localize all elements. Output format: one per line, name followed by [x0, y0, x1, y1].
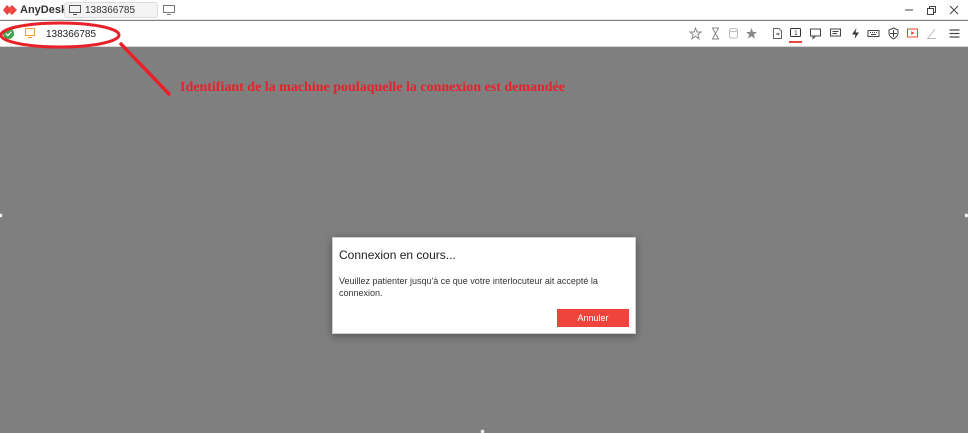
right-resize-handle[interactable] [964, 213, 968, 218]
annotation-arrow [119, 42, 171, 96]
dialog-message: Veuillez patienter jusqu'à ce que votre … [339, 276, 598, 298]
tab-session[interactable]: 138366785 [64, 2, 158, 18]
file-transfer-icon[interactable] [771, 27, 784, 40]
annotation-text: Identifiant de la machine poulaquelle la… [180, 80, 566, 95]
bottom-resize-handle[interactable] [480, 429, 485, 433]
remote-monitor-icon [25, 28, 35, 38]
title-bar: AnyDesk 138366785 [0, 0, 968, 20]
restore-button[interactable] [924, 3, 938, 17]
monitor-select-icon[interactable]: 1 [789, 27, 802, 43]
check-circle-icon [3, 28, 14, 39]
annotation-overlay [0, 21, 171, 96]
anydesk-logo-icon [3, 5, 17, 15]
keyboard-icon[interactable] [867, 27, 880, 40]
remote-address-input[interactable] [40, 25, 280, 43]
star-outline-icon[interactable] [689, 27, 702, 40]
address-bar: 1 [0, 21, 968, 47]
new-session-icon[interactable] [163, 4, 175, 16]
record-icon[interactable] [906, 27, 919, 40]
tab-label: 138366785 [85, 5, 136, 16]
menu-icon[interactable] [948, 27, 961, 40]
svg-text:1: 1 [794, 30, 798, 37]
pen-icon[interactable] [925, 27, 938, 40]
monitor-icon [69, 5, 81, 15]
lightning-icon[interactable] [849, 27, 862, 40]
star-icon[interactable] [745, 27, 758, 40]
database-icon[interactable] [727, 27, 740, 40]
close-button[interactable] [947, 3, 961, 17]
shield-icon[interactable] [887, 27, 900, 40]
chat-icon[interactable] [809, 27, 822, 40]
dialog-title: Connexion en cours... [339, 248, 456, 262]
cancel-button[interactable]: Annuler [557, 309, 629, 327]
comment-icon[interactable] [829, 27, 842, 40]
hourglass-icon[interactable] [709, 27, 722, 40]
app-name: AnyDesk [20, 4, 68, 16]
connection-dialog: Connexion en cours... Veuillez patienter… [332, 237, 636, 334]
minimize-button[interactable] [902, 3, 916, 17]
left-resize-handle[interactable] [0, 213, 3, 218]
